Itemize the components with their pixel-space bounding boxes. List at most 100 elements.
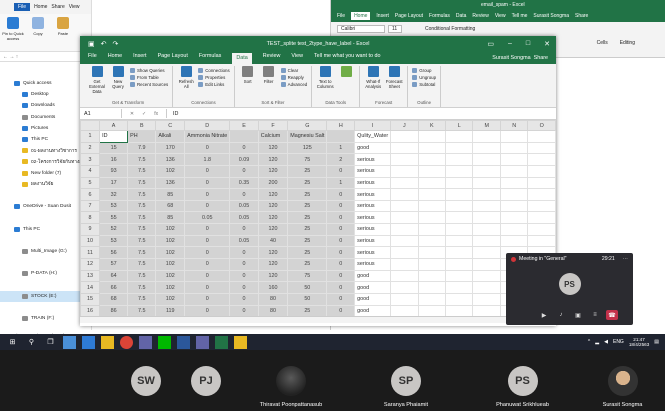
tab-formulas[interactable]: Formulas [199, 53, 221, 64]
cell[interactable]: 102 [155, 258, 186, 271]
ribbon-small-button[interactable]: Recent Sources [130, 82, 168, 87]
tab-home[interactable]: Home [108, 53, 122, 64]
cell[interactable]: 66 [99, 281, 129, 294]
cell[interactable]: Magnesiu Salt [287, 130, 328, 143]
cell[interactable]: 0 [326, 304, 356, 316]
cell[interactable] [472, 211, 501, 225]
cell[interactable] [390, 304, 419, 316]
row-header[interactable]: 9 [80, 223, 101, 236]
cell[interactable] [472, 199, 501, 213]
cell[interactable]: Ammonia Nitrate [184, 130, 231, 143]
column-header[interactable]: D [184, 120, 231, 131]
explorer-tab-home[interactable]: Home [34, 4, 47, 10]
cell[interactable] [445, 211, 474, 225]
cell[interactable] [445, 269, 474, 283]
cell[interactable]: 25 [287, 223, 328, 236]
row-header[interactable]: 8 [80, 211, 101, 225]
hang-up-icon[interactable]: ☎ [606, 310, 618, 320]
cell[interactable]: 170 [155, 141, 186, 155]
cell[interactable] [445, 281, 474, 294]
cell[interactable]: 56 [99, 246, 129, 260]
column-header[interactable]: G [287, 120, 328, 131]
background-tab[interactable]: View [495, 13, 506, 19]
cell[interactable]: 85 [155, 211, 186, 225]
copy-button[interactable]: Copy [27, 17, 49, 48]
cell[interactable]: good [354, 304, 392, 316]
cell[interactable]: 7.5 [127, 304, 157, 316]
cell[interactable]: 53 [99, 234, 129, 248]
row-header[interactable]: 5 [80, 176, 101, 190]
undo-icon[interactable]: ↶ [101, 40, 107, 48]
language-indicator[interactable]: ENG [613, 339, 624, 345]
cell[interactable] [472, 246, 501, 260]
cell[interactable]: PH [127, 130, 157, 143]
cell[interactable]: 0 [229, 292, 259, 306]
column-header[interactable]: J [390, 120, 419, 131]
participant-tile[interactable]: SP Saranya Phaiamit [347, 350, 465, 411]
select-all-corner[interactable] [80, 120, 101, 131]
ribbon-small-button[interactable]: Connections [198, 68, 230, 73]
cell[interactable] [390, 246, 419, 260]
volume-icon[interactable]: ◀ [604, 339, 608, 345]
cell[interactable]: 50 [287, 292, 328, 306]
cell[interactable]: 0.05 [229, 234, 259, 248]
ribbon-small-button[interactable]: Show Queries [130, 68, 168, 73]
cell[interactable]: serious [354, 164, 392, 178]
cell[interactable]: 25 [287, 164, 328, 178]
close-icon[interactable]: ✕ [544, 40, 550, 48]
teams-meeting-icon[interactable] [196, 335, 209, 349]
cell[interactable]: 120 [257, 246, 289, 260]
nav-item[interactable]: Multi_Image (G:) [0, 246, 91, 257]
enter-icon[interactable]: ✓ [142, 111, 146, 117]
participant-tile[interactable]: Thiravat Poonpattanasub [235, 350, 347, 411]
cell[interactable] [390, 176, 419, 190]
participant-tile[interactable]: PS Phanuwat Srikhlueab [465, 350, 580, 411]
tab-insert[interactable]: Insert [133, 53, 146, 64]
cell[interactable]: 16 [99, 153, 129, 166]
background-tab[interactable]: Page Layout [395, 13, 423, 19]
cell[interactable]: serious [354, 246, 392, 260]
cell[interactable]: 7.5 [127, 199, 157, 213]
cell[interactable] [229, 130, 259, 143]
editing-button[interactable]: Editing [620, 40, 635, 46]
cell[interactable]: good [354, 292, 392, 306]
cell[interactable]: 7.5 [127, 281, 157, 294]
tab-page-layout[interactable]: Page Layout [158, 53, 188, 64]
cell[interactable] [390, 292, 419, 306]
column-header[interactable]: A [99, 120, 129, 131]
file-explorer-icon[interactable] [101, 335, 114, 349]
cell[interactable] [417, 141, 447, 155]
cell[interactable]: 120 [257, 164, 289, 178]
cell[interactable] [499, 211, 529, 225]
cell[interactable]: 120 [257, 269, 289, 283]
cell[interactable]: 0 [326, 234, 356, 248]
cell[interactable]: 120 [257, 223, 289, 236]
cell[interactable]: 75 [287, 153, 328, 166]
ribbon-button[interactable]: Get External Data [88, 66, 106, 94]
participant-tile[interactable]: Surasit Songma [580, 350, 665, 411]
cell[interactable] [445, 188, 474, 201]
ribbon-button[interactable]: Filter [260, 66, 278, 84]
column-header[interactable]: N [499, 120, 529, 131]
name-box[interactable]: A1 [80, 109, 122, 118]
cell[interactable]: 7.9 [127, 141, 157, 155]
nav-item[interactable]: Quick access [0, 78, 91, 89]
cell[interactable]: 119 [155, 304, 186, 316]
column-header[interactable]: O [527, 120, 556, 131]
nav-item[interactable]: Documents [0, 112, 91, 123]
ribbon-small-button[interactable]: From Table [130, 75, 168, 80]
paste-button[interactable]: Paste [52, 17, 74, 48]
cell[interactable]: 7.5 [127, 269, 157, 283]
background-tab[interactable]: File [337, 13, 345, 19]
cell[interactable] [472, 304, 501, 316]
cell[interactable] [527, 234, 556, 248]
cell[interactable] [445, 292, 474, 306]
cell[interactable] [417, 176, 447, 190]
ribbon-button[interactable] [337, 66, 355, 79]
cell[interactable]: 68 [99, 292, 129, 306]
cell[interactable]: 200 [257, 176, 289, 190]
cell[interactable]: 102 [155, 292, 186, 306]
sheet-tab-bar[interactable] [80, 316, 556, 323]
cell[interactable]: 86 [99, 304, 129, 316]
minimize-icon[interactable]: – [508, 40, 512, 48]
